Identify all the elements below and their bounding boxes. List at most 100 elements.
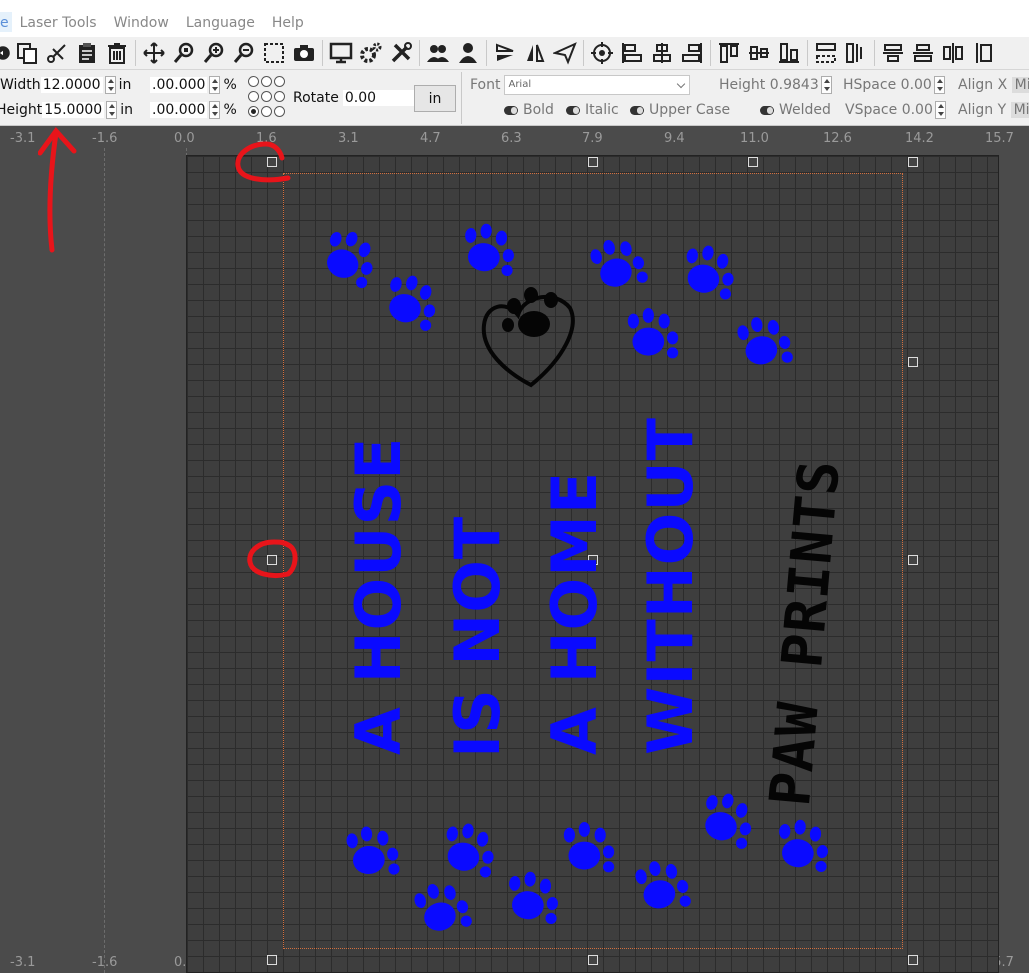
ruler-label: 14.2 bbox=[905, 131, 934, 146]
welded-toggle[interactable] bbox=[760, 105, 774, 115]
italic-label: Italic bbox=[585, 102, 619, 118]
user-icon[interactable] bbox=[453, 38, 483, 68]
unit-button[interactable]: in bbox=[414, 85, 456, 112]
settings-icon[interactable] bbox=[356, 38, 386, 68]
resize-handle[interactable] bbox=[908, 955, 918, 965]
font-label: Font bbox=[470, 77, 501, 93]
anchor-option[interactable] bbox=[261, 106, 272, 117]
align-top-icon[interactable] bbox=[714, 38, 744, 68]
send-icon[interactable] bbox=[550, 38, 580, 68]
align-middle-icon[interactable] bbox=[744, 38, 774, 68]
height-input[interactable]: 15.0000 bbox=[42, 102, 105, 118]
guide-line bbox=[104, 148, 105, 973]
resize-handle[interactable] bbox=[908, 157, 918, 167]
paw-print-graphic[interactable] bbox=[626, 855, 701, 922]
align-x-select[interactable]: Mid bbox=[1011, 77, 1029, 93]
move-icon[interactable] bbox=[139, 38, 169, 68]
menu-language[interactable]: Language bbox=[186, 14, 255, 32]
anchor-option[interactable] bbox=[274, 106, 285, 117]
align-center-icon[interactable] bbox=[647, 38, 677, 68]
height-spinner[interactable] bbox=[106, 101, 118, 119]
red-circle-annotation bbox=[235, 141, 291, 183]
zoom-page-icon[interactable] bbox=[169, 38, 199, 68]
paw-print-graphic[interactable] bbox=[498, 869, 569, 931]
anchor-option[interactable] bbox=[248, 91, 259, 102]
distribute-icon[interactable] bbox=[811, 38, 841, 68]
undo-icon[interactable] bbox=[0, 38, 12, 68]
anchor-option[interactable] bbox=[274, 76, 285, 87]
zoom-in-icon[interactable] bbox=[199, 38, 229, 68]
design-text-line-4[interactable]: WITHOUT bbox=[634, 417, 707, 755]
flip-vertical-icon[interactable] bbox=[490, 38, 520, 68]
resize-handle[interactable] bbox=[588, 955, 598, 965]
font-select[interactable]: Arial bbox=[504, 75, 691, 95]
anchor-option[interactable] bbox=[248, 76, 259, 87]
paw-print-graphic[interactable] bbox=[728, 311, 803, 378]
scale-height-input[interactable]: .00.000 bbox=[150, 102, 208, 118]
more-icon[interactable] bbox=[968, 38, 998, 68]
align-y-select[interactable]: Mid bbox=[1010, 102, 1029, 118]
align-bottom-icon[interactable] bbox=[774, 38, 804, 68]
distribute-v-icon[interactable] bbox=[938, 38, 968, 68]
bold-toggle[interactable] bbox=[504, 105, 518, 115]
scale-height-spinner[interactable] bbox=[209, 101, 221, 119]
paw-print-graphic[interactable] bbox=[432, 819, 507, 886]
distribute-h-icon[interactable] bbox=[841, 38, 871, 68]
anchor-option-selected[interactable] bbox=[248, 106, 259, 117]
paw-print-graphic[interactable] bbox=[620, 308, 686, 364]
target-icon[interactable] bbox=[587, 38, 617, 68]
resize-handle[interactable] bbox=[908, 357, 918, 367]
menu-laser-tools[interactable]: Laser Tools bbox=[20, 14, 97, 32]
align-v-icon[interactable] bbox=[878, 38, 908, 68]
monitor-icon[interactable] bbox=[326, 38, 356, 68]
heart-paw-graphic[interactable] bbox=[476, 280, 580, 392]
paw-print-graphic[interactable] bbox=[556, 822, 622, 878]
copy-icon[interactable] bbox=[12, 38, 42, 68]
resize-handle[interactable] bbox=[588, 157, 598, 167]
width-spinner[interactable] bbox=[104, 76, 116, 94]
anchor-option[interactable] bbox=[261, 91, 272, 102]
resize-handle[interactable] bbox=[908, 555, 918, 565]
anchor-option[interactable] bbox=[261, 76, 272, 87]
group-icon[interactable] bbox=[423, 38, 453, 68]
design-text-line-2[interactable]: IS NOT bbox=[441, 516, 514, 758]
hspace-input[interactable]: 0.00 bbox=[901, 77, 932, 93]
paste-icon[interactable] bbox=[72, 38, 102, 68]
cut-icon[interactable] bbox=[42, 38, 72, 68]
text-height-input[interactable]: 0.9843 bbox=[770, 77, 819, 93]
design-text-line-3[interactable]: A HOME bbox=[538, 471, 611, 755]
menu-file[interactable]: e bbox=[0, 12, 12, 32]
paw-print-graphic[interactable] bbox=[454, 221, 525, 283]
tools-icon[interactable] bbox=[386, 38, 416, 68]
vspace-input[interactable]: 0.00 bbox=[902, 102, 933, 118]
italic-toggle[interactable] bbox=[566, 105, 580, 115]
vspace-spinner[interactable] bbox=[934, 101, 946, 119]
align-right-icon[interactable] bbox=[677, 38, 707, 68]
hspace-spinner[interactable] bbox=[933, 76, 945, 94]
design-text-line-1[interactable]: A HOUSE bbox=[342, 436, 415, 755]
scale-width-spinner[interactable] bbox=[209, 76, 221, 94]
bold-row: Bold bbox=[504, 99, 554, 121]
red-circle-annotation bbox=[247, 539, 298, 578]
width-input[interactable]: 12.0000 bbox=[40, 77, 103, 93]
width-row: Width 12.0000 in bbox=[0, 74, 131, 96]
text-height-spinner[interactable] bbox=[820, 76, 832, 94]
align-vc-icon[interactable] bbox=[908, 38, 938, 68]
paw-print-graphic[interactable] bbox=[338, 823, 409, 885]
zoom-out-icon[interactable] bbox=[229, 38, 259, 68]
flip-horizontal-icon[interactable] bbox=[520, 38, 550, 68]
align-left-icon[interactable] bbox=[617, 38, 647, 68]
menu-help[interactable]: Help bbox=[272, 14, 304, 32]
upper-case-toggle[interactable] bbox=[630, 105, 644, 115]
zoom-frame-icon[interactable] bbox=[259, 38, 289, 68]
scale-width-input[interactable]: .00.000 bbox=[150, 77, 208, 93]
resize-handle[interactable] bbox=[748, 157, 758, 167]
paw-print-graphic[interactable] bbox=[768, 817, 839, 879]
resize-handle[interactable] bbox=[267, 955, 277, 965]
camera-icon[interactable] bbox=[289, 38, 319, 68]
menu-window[interactable]: Window bbox=[114, 14, 169, 32]
paw-print-graphic[interactable] bbox=[672, 241, 747, 308]
anchor-option[interactable] bbox=[274, 91, 285, 102]
delete-icon[interactable] bbox=[102, 38, 132, 68]
anchor-position-grid[interactable] bbox=[248, 76, 290, 120]
